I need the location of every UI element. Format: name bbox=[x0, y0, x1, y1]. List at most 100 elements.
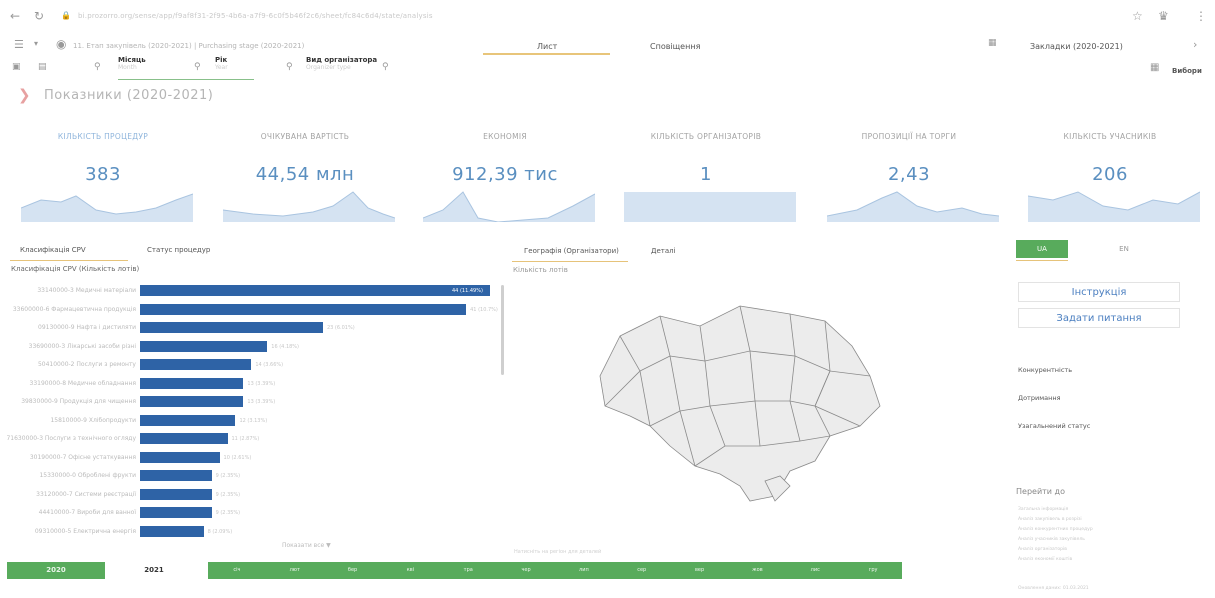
bar-row[interactable]: 71630000-3 Послуги з технічного огляду 11… bbox=[0, 433, 500, 445]
goto-link[interactable]: Загальна інформація bbox=[1018, 507, 1068, 512]
bar-row[interactable]: 09130000-9 Нафта і дистиляти 23 (6.01%) bbox=[0, 322, 500, 334]
month-button[interactable]: вер bbox=[670, 562, 729, 579]
bar-row[interactable]: 33120000-7 Системи реєстрації 9 (2.35%) bbox=[0, 488, 500, 501]
month-button[interactable]: сер bbox=[612, 562, 671, 579]
ukraine-map[interactable] bbox=[590, 296, 890, 521]
kpi-label: КІЛЬКІСТЬ УЧАСНИКІВ bbox=[1063, 132, 1157, 141]
bar-row[interactable]: 50410000-2 Послуги з ремонту 14 (3.66%) bbox=[0, 359, 500, 371]
month-button[interactable]: кві bbox=[381, 562, 440, 579]
selections-button[interactable]: Вибори bbox=[1172, 67, 1202, 75]
search-icon[interactable]: ⚲ bbox=[382, 62, 389, 72]
kpi-offers[interactable]: ПРОПОЗИЦІЇ НА ТОРГИ 2,43 bbox=[809, 126, 1009, 238]
kpi-sparkline bbox=[21, 193, 193, 222]
kpi-expected-value[interactable]: ОЧІКУВАНА ВАРТІСТЬ 44,54 млн bbox=[205, 126, 405, 238]
app-globe-icon[interactable]: ◉ bbox=[56, 37, 66, 51]
kpi-savings[interactable]: ЕКОНОМІЯ 912,39 тис bbox=[405, 126, 605, 238]
bar-row[interactable]: 44410000-7 Вироби для ванної 9 (2.35%) bbox=[0, 507, 500, 519]
kpi-label: ПРОПОЗИЦІЇ НА ТОРГИ bbox=[861, 132, 957, 141]
month-button[interactable]: лис bbox=[786, 562, 845, 579]
bar[interactable] bbox=[140, 303, 467, 315]
bar-row[interactable]: 15810000-9 Хлібопродукти 12 (3.13%) bbox=[0, 414, 500, 427]
tab-sheet[interactable]: Лист bbox=[537, 42, 557, 51]
bar[interactable] bbox=[140, 470, 212, 481]
tab-details[interactable]: Деталі bbox=[651, 247, 676, 255]
bar-row[interactable]: 33140000-3 Медичні матеріали 44 (11.49%) bbox=[0, 285, 500, 297]
bar-value-label: 12 (3.13%) bbox=[239, 417, 268, 424]
side-link-status[interactable]: Узагальнений статус bbox=[1018, 422, 1090, 430]
year-2020-button[interactable]: 2020 bbox=[7, 562, 105, 579]
hamburger-menu-icon[interactable]: ☰ bbox=[14, 38, 24, 51]
month-button[interactable]: бер bbox=[323, 562, 382, 579]
lang-en-button[interactable]: EN bbox=[1098, 240, 1150, 258]
show-all-link[interactable]: Показати все ▼ bbox=[282, 542, 331, 549]
bar-row[interactable]: 15330000-0 Оброблені фрукти 9 (2.35%) bbox=[0, 470, 500, 482]
ask-question-button[interactable]: Задати питання bbox=[1018, 308, 1180, 328]
lang-ua-button[interactable]: UA bbox=[1016, 240, 1068, 258]
back-icon[interactable]: ← bbox=[10, 9, 20, 23]
search-icon[interactable]: ⚲ bbox=[94, 62, 101, 72]
instruction-button[interactable]: Інструкція bbox=[1018, 282, 1180, 302]
bar-row[interactable]: 39830000-9 Продукція для чищення 13 (3.39… bbox=[0, 396, 500, 408]
goto-link[interactable]: Аналіз учасників закупівель bbox=[1018, 537, 1085, 542]
chart-scrollbar[interactable] bbox=[501, 285, 504, 375]
extension-icon[interactable]: ♛ bbox=[1158, 9, 1169, 23]
side-link-compliance[interactable]: Дотримання bbox=[1018, 394, 1061, 402]
bar[interactable] bbox=[140, 525, 204, 537]
chevron-down-icon[interactable]: ▾ bbox=[34, 39, 38, 48]
month-button[interactable]: лип bbox=[555, 562, 613, 579]
tab-notifications[interactable]: Сповіщення bbox=[650, 42, 700, 51]
bar[interactable] bbox=[140, 359, 252, 370]
bar[interactable] bbox=[140, 433, 228, 444]
bar[interactable] bbox=[140, 322, 323, 333]
bookmarks-dropdown[interactable]: Закладки (2020-2021) bbox=[1030, 42, 1123, 51]
bar-category-label: 09310000-5 Електрична енергія bbox=[34, 527, 136, 535]
star-icon[interactable]: ☆ bbox=[1132, 9, 1143, 23]
bar-value-label: 9 (2.35%) bbox=[215, 510, 241, 516]
address-bar[interactable]: bi.prozorro.org/sense/app/f9af8f31-2f95-… bbox=[78, 12, 433, 20]
month-button[interactable]: тра bbox=[439, 562, 498, 579]
bookmark-icon[interactable]: ▦ bbox=[988, 38, 997, 48]
filter-year[interactable]: Рік Year bbox=[215, 56, 255, 80]
goto-title: Перейти до bbox=[1016, 487, 1065, 496]
selection-tool-icon[interactable]: ▣ bbox=[12, 62, 21, 72]
bar[interactable] bbox=[140, 414, 236, 426]
month-button[interactable]: жов bbox=[728, 562, 787, 579]
bar-category-label: 50410000-2 Послуги з ремонту bbox=[37, 361, 136, 368]
side-link-competition[interactable]: Конкурентність bbox=[1018, 366, 1072, 374]
bar[interactable] bbox=[140, 377, 244, 389]
bar[interactable] bbox=[140, 340, 268, 352]
bar-row[interactable]: 33690000-3 Лікарські засоби різні 16 (4.1… bbox=[0, 340, 500, 353]
month-button[interactable]: січ bbox=[208, 562, 266, 579]
goto-link[interactable]: Аналіз конкурентних процедур bbox=[1018, 527, 1093, 532]
search-icon[interactable]: ⚲ bbox=[286, 62, 293, 72]
bar[interactable] bbox=[140, 396, 244, 407]
month-button[interactable]: гру bbox=[844, 562, 902, 579]
search-icon[interactable]: ⚲ bbox=[194, 62, 201, 72]
lasso-icon[interactable]: ▤ bbox=[38, 62, 47, 72]
selections-icon[interactable]: ▦ bbox=[1150, 62, 1159, 73]
goto-link[interactable]: Аналіз закупівель в розрізі bbox=[1018, 517, 1082, 522]
month-button[interactable]: лют bbox=[265, 562, 324, 579]
menu-dots-icon[interactable]: ⋮ bbox=[1195, 9, 1207, 23]
year-2021-button[interactable]: 2021 bbox=[105, 562, 203, 579]
tab-geography[interactable]: Географія (Організатори) bbox=[524, 247, 619, 255]
kpi-procedures[interactable]: КІЛЬКІСТЬ ПРОЦЕДУР 383 bbox=[3, 126, 203, 238]
filter-organizer-type[interactable]: Вид організатора Organizer type bbox=[306, 56, 380, 80]
bar[interactable] bbox=[140, 451, 220, 463]
tab-cpv[interactable]: Класифікація CPV bbox=[20, 246, 86, 254]
bar[interactable] bbox=[140, 488, 212, 500]
bar-row[interactable]: 33190000-8 Медичне обладнання 13 (3.39%) bbox=[0, 377, 500, 390]
goto-link[interactable]: Аналіз організаторів bbox=[1018, 547, 1067, 552]
chevron-right-icon[interactable]: › bbox=[1193, 38, 1197, 51]
bar-row[interactable]: 30190000-7 Офісне устаткування 10 (2.61%) bbox=[0, 451, 500, 464]
month-button[interactable]: чер bbox=[497, 562, 555, 579]
kpi-participants[interactable]: КІЛЬКІСТЬ УЧАСНИКІВ 206 bbox=[1010, 126, 1210, 238]
tab-procedure-status[interactable]: Статус процедур bbox=[147, 246, 210, 254]
bar[interactable] bbox=[140, 507, 212, 518]
bar-value-label: 10 (2.61%) bbox=[223, 454, 252, 461]
bar-row[interactable]: 09310000-5 Електрична енергія 8 (2.09%) bbox=[0, 525, 500, 538]
bar-row[interactable]: 33600000-6 Фармацевтична продукція 41 (10… bbox=[0, 303, 500, 316]
bar[interactable] bbox=[140, 285, 490, 296]
kpi-organizers[interactable]: КІЛЬКІСТЬ ОРГАНІЗАТОРІВ 1 bbox=[606, 126, 806, 238]
reload-icon[interactable]: ↻ bbox=[34, 9, 44, 23]
